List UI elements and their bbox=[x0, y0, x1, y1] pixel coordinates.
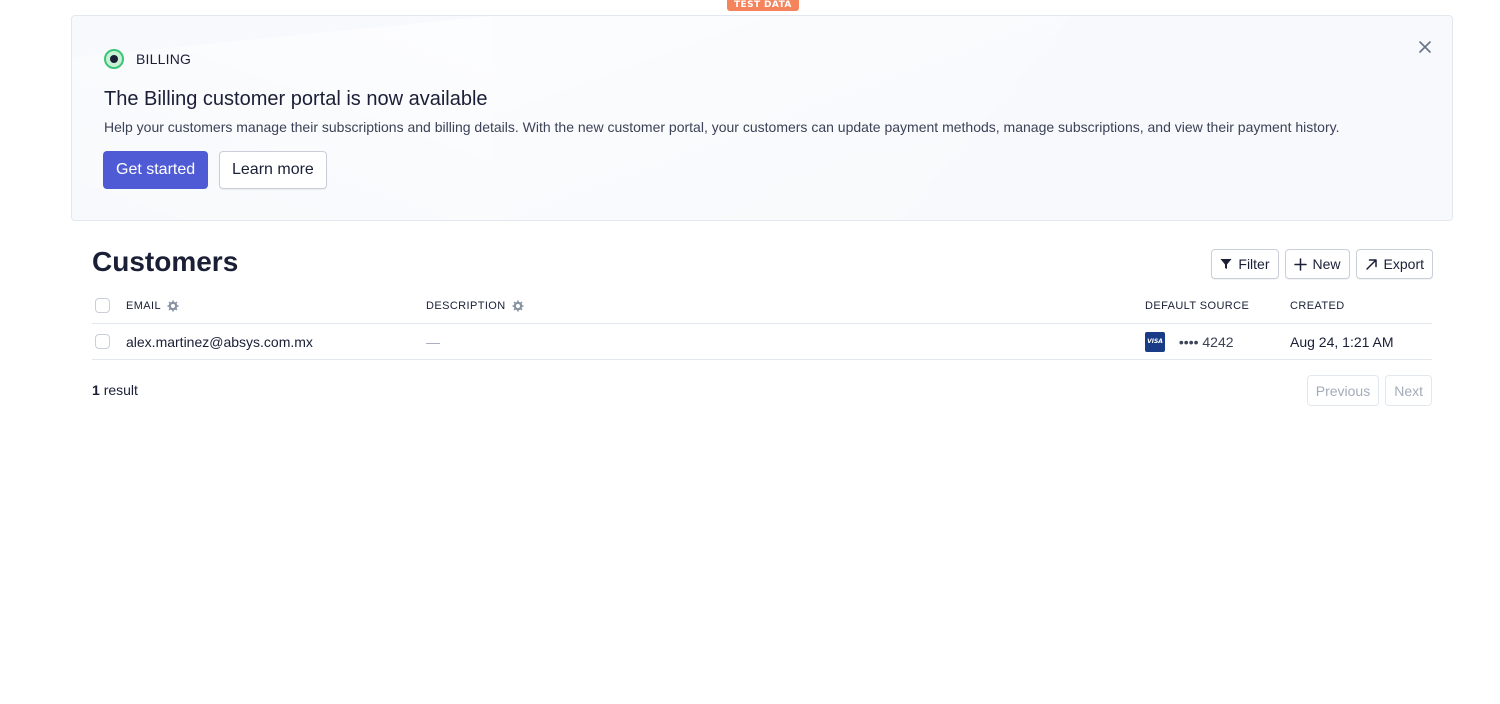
close-icon bbox=[1419, 41, 1431, 53]
column-email[interactable]: EMAIL bbox=[126, 300, 179, 312]
table-header: EMAIL DESCRIPTION DEFAULT SOURCE CREATED bbox=[92, 290, 1432, 324]
get-started-button[interactable]: Get started bbox=[103, 151, 209, 189]
close-banner-button[interactable] bbox=[1416, 38, 1434, 56]
plus-icon bbox=[1293, 257, 1307, 271]
export-button[interactable]: Export bbox=[1355, 249, 1433, 279]
column-description-label: DESCRIPTION bbox=[426, 300, 506, 312]
page-title: Customers bbox=[92, 246, 239, 277]
customer-description: — bbox=[426, 334, 440, 350]
new-button-label: New bbox=[1312, 256, 1341, 272]
status-dot-icon bbox=[104, 49, 124, 69]
customer-created: Aug 24, 1:21 AM bbox=[1290, 334, 1394, 350]
column-created[interactable]: CREATED bbox=[1290, 300, 1345, 312]
column-email-label: EMAIL bbox=[126, 300, 162, 312]
test-data-badge: TEST DATA bbox=[727, 0, 799, 11]
banner-title: The Billing customer portal is now avail… bbox=[104, 88, 488, 110]
column-created-label: CREATED bbox=[1290, 300, 1345, 312]
customer-email: alex.martinez@absys.com.mx bbox=[126, 334, 313, 350]
customers-toolbar: Filter New Export bbox=[1211, 249, 1433, 279]
next-page-button[interactable]: Next bbox=[1385, 375, 1432, 406]
export-arrow-icon bbox=[1365, 258, 1377, 270]
column-description[interactable]: DESCRIPTION bbox=[426, 300, 524, 312]
previous-page-button[interactable]: Previous bbox=[1306, 375, 1380, 406]
export-button-label: Export bbox=[1383, 256, 1424, 272]
pagination: Previous Next bbox=[1306, 375, 1432, 406]
column-default-source[interactable]: DEFAULT SOURCE bbox=[1145, 300, 1249, 312]
result-count-number: 1 bbox=[92, 382, 100, 398]
filter-icon bbox=[1220, 259, 1232, 269]
gear-icon[interactable] bbox=[167, 300, 179, 312]
billing-portal-banner: BILLING The Billing customer portal is n… bbox=[71, 15, 1453, 221]
customers-table: EMAIL DESCRIPTION DEFAULT SOURCE CREATED… bbox=[92, 290, 1432, 360]
filter-button-label: Filter bbox=[1238, 256, 1270, 272]
table-row[interactable]: alex.martinez@absys.com.mx — VISA •••• 4… bbox=[92, 324, 1432, 360]
learn-more-button[interactable]: Learn more bbox=[219, 151, 327, 189]
default-source: VISA •••• 4242 bbox=[1145, 332, 1234, 352]
banner-description: Help your customers manage their subscri… bbox=[104, 119, 1340, 135]
column-default-source-label: DEFAULT SOURCE bbox=[1145, 300, 1250, 312]
select-all-checkbox[interactable] bbox=[95, 298, 110, 313]
result-count-label: result bbox=[103, 382, 138, 398]
row-checkbox[interactable] bbox=[95, 334, 110, 349]
new-customer-button[interactable]: New bbox=[1284, 249, 1350, 279]
filter-button[interactable]: Filter bbox=[1211, 249, 1279, 279]
card-last4: •••• 4242 bbox=[1178, 334, 1234, 350]
table-footer: 1 result Previous Next bbox=[92, 375, 1432, 406]
visa-card-icon: VISA bbox=[1145, 332, 1165, 352]
gear-icon[interactable] bbox=[512, 300, 524, 312]
banner-eyebrow: BILLING bbox=[104, 49, 191, 69]
result-count: 1 result bbox=[92, 382, 138, 398]
banner-eyebrow-label: BILLING bbox=[136, 51, 192, 67]
